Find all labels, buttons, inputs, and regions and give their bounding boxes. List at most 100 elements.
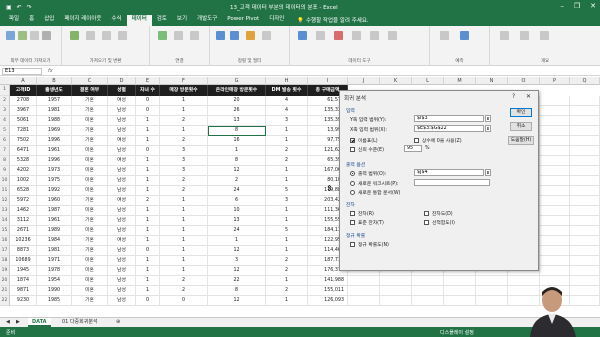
table-cell[interactable]: 기혼 bbox=[72, 296, 108, 306]
sheet-tab-data[interactable]: DATA bbox=[28, 318, 51, 327]
table-cell[interactable]: 2 bbox=[160, 136, 208, 146]
table-cell[interactable]: 남성 bbox=[108, 106, 136, 116]
table-cell[interactable]: 1 bbox=[136, 236, 160, 246]
table-cell[interactable] bbox=[412, 286, 444, 296]
table-header-cell[interactable]: 출생년도 bbox=[37, 85, 72, 96]
table-cell[interactable]: 1957 bbox=[37, 96, 72, 106]
table-cell[interactable]: 3 bbox=[160, 156, 208, 166]
table-cell[interactable]: 2708 bbox=[10, 96, 37, 106]
table-cell[interactable] bbox=[570, 116, 600, 126]
table-cell[interactable] bbox=[540, 266, 570, 276]
table-cell[interactable] bbox=[540, 106, 570, 116]
table-cell[interactable]: 1985 bbox=[37, 296, 72, 306]
table-cell[interactable]: 2 bbox=[266, 156, 308, 166]
table-cell[interactable]: 1 bbox=[266, 276, 308, 286]
name-box[interactable]: E13 bbox=[2, 68, 42, 75]
table-cell[interactable]: 0 bbox=[136, 146, 160, 156]
table-cell[interactable]: 남성 bbox=[108, 126, 136, 136]
column-header[interactable]: P bbox=[540, 77, 570, 85]
table-cell[interactable] bbox=[570, 196, 600, 206]
cancel-button[interactable]: 취소 bbox=[510, 122, 532, 131]
table-cell[interactable]: 미혼 bbox=[72, 276, 108, 286]
table-cell[interactable]: 12 bbox=[208, 266, 266, 276]
help-icon[interactable]: ? bbox=[512, 93, 515, 100]
table-cell[interactable] bbox=[570, 186, 600, 196]
table-cell[interactable]: 기혼 bbox=[72, 126, 108, 136]
table-cell[interactable]: 1 bbox=[136, 156, 160, 166]
table-cell[interactable]: 9871 bbox=[10, 286, 37, 296]
from-table-icon[interactable] bbox=[102, 31, 111, 40]
row-header[interactable]: 15 bbox=[0, 226, 10, 236]
table-cell[interactable]: 8873 bbox=[10, 246, 37, 256]
row-header[interactable]: 12 bbox=[0, 196, 10, 206]
table-cell[interactable]: 1 bbox=[208, 236, 266, 246]
table-cell[interactable] bbox=[540, 126, 570, 136]
table-cell[interactable]: 8 bbox=[208, 286, 266, 296]
data-validation-icon[interactable] bbox=[352, 31, 361, 40]
table-cell[interactable]: 4 bbox=[266, 106, 308, 116]
table-cell[interactable]: 1 bbox=[136, 116, 160, 126]
table-cell[interactable]: 1002 bbox=[10, 176, 37, 186]
table-cell[interactable]: 3112 bbox=[10, 216, 37, 226]
table-cell[interactable] bbox=[476, 276, 508, 286]
table-cell[interactable]: 0 bbox=[136, 296, 160, 306]
column-header[interactable]: K bbox=[380, 77, 412, 85]
table-cell[interactable] bbox=[570, 206, 600, 216]
table-cell[interactable]: 5061 bbox=[10, 116, 37, 126]
table-cell[interactable] bbox=[570, 216, 600, 226]
table-cell[interactable]: 1975 bbox=[37, 176, 72, 186]
table-cell[interactable]: 2 bbox=[136, 196, 160, 206]
table-cell[interactable]: 1961 bbox=[37, 216, 72, 226]
constant-zero-checkbox[interactable] bbox=[414, 138, 419, 143]
table-cell[interactable]: 1 bbox=[160, 256, 208, 266]
table-cell[interactable] bbox=[348, 296, 380, 306]
table-cell[interactable]: 8 bbox=[208, 156, 266, 166]
column-header[interactable]: B bbox=[37, 77, 72, 85]
line-fit-checkbox[interactable] bbox=[424, 220, 429, 225]
table-cell[interactable]: 1969 bbox=[37, 126, 72, 136]
sheet-tab-regression[interactable]: 01 다중회귀분석 bbox=[58, 318, 102, 327]
table-cell[interactable] bbox=[540, 226, 570, 236]
tab-data[interactable]: 데이터 bbox=[126, 15, 152, 26]
table-cell[interactable] bbox=[570, 236, 600, 246]
labels-checkbox[interactable] bbox=[350, 138, 355, 143]
table-cell[interactable]: 미혼 bbox=[72, 186, 108, 196]
table-cell[interactable]: 1874 bbox=[10, 276, 37, 286]
add-sheet-icon[interactable]: ⊕ bbox=[112, 318, 124, 327]
table-cell[interactable]: 1 bbox=[136, 286, 160, 296]
table-cell[interactable] bbox=[380, 296, 412, 306]
table-cell[interactable]: 3 bbox=[160, 166, 208, 176]
table-cell[interactable]: 미혼 bbox=[72, 146, 108, 156]
table-cell[interactable]: 6471 bbox=[10, 146, 37, 156]
table-cell[interactable] bbox=[540, 116, 570, 126]
residuals-checkbox[interactable] bbox=[350, 211, 355, 216]
tab-page-layout[interactable]: 페이지 레이아웃 bbox=[59, 15, 106, 26]
table-cell[interactable]: 기혼 bbox=[72, 246, 108, 256]
table-cell[interactable]: 미혼 bbox=[72, 226, 108, 236]
tab-view[interactable]: 보기 bbox=[172, 15, 192, 26]
table-cell[interactable]: 남성 bbox=[108, 216, 136, 226]
table-cell[interactable]: 7502 bbox=[10, 136, 37, 146]
table-cell[interactable]: 2 bbox=[160, 186, 208, 196]
row-header[interactable]: 9 bbox=[0, 166, 10, 176]
table-cell[interactable]: 기혼 bbox=[72, 196, 108, 206]
forecast-sheet-icon[interactable] bbox=[460, 31, 469, 40]
text-file-icon[interactable] bbox=[30, 31, 39, 40]
table-cell[interactable]: 1 bbox=[160, 226, 208, 236]
table-cell[interactable] bbox=[540, 256, 570, 266]
table-cell[interactable]: 126,093 bbox=[308, 296, 348, 306]
minimize-icon[interactable]: – bbox=[560, 2, 564, 10]
table-cell[interactable]: 10689 bbox=[10, 256, 37, 266]
table-cell[interactable]: 1945 bbox=[10, 266, 37, 276]
table-cell[interactable]: 1 bbox=[136, 186, 160, 196]
table-cell[interactable] bbox=[540, 136, 570, 146]
column-header[interactable]: D bbox=[108, 77, 136, 85]
table-cell[interactable] bbox=[476, 296, 508, 306]
row-header[interactable]: 8 bbox=[0, 156, 10, 166]
tab-power-pivot[interactable]: Power Pivot bbox=[222, 15, 264, 26]
table-cell[interactable]: 남성 bbox=[108, 256, 136, 266]
tab-insert[interactable]: 삽입 bbox=[39, 15, 59, 26]
table-cell[interactable] bbox=[540, 146, 570, 156]
std-residuals-checkbox[interactable] bbox=[350, 220, 355, 225]
recent-sources-icon[interactable] bbox=[118, 31, 127, 40]
